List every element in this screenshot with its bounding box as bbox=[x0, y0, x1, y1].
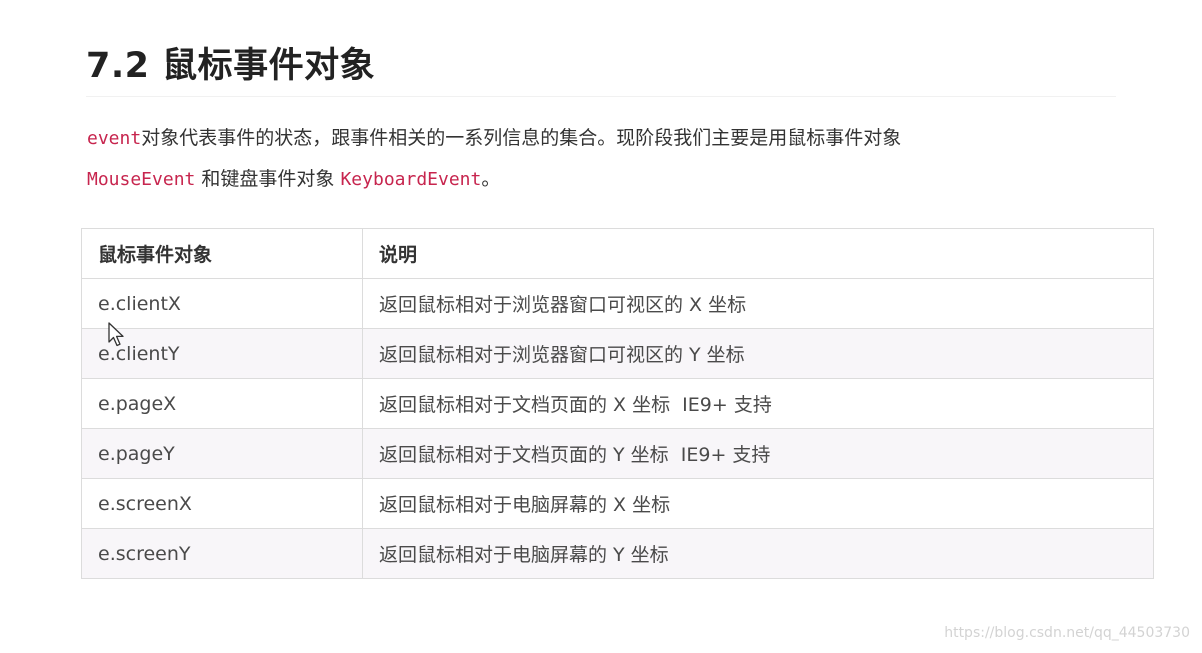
table-header-row: 鼠标事件对象 说明 bbox=[81, 228, 1154, 279]
row-property: e.pageY bbox=[81, 428, 363, 479]
mouse-event-table-container: 鼠标事件对象 说明 e.clientX 返回鼠标相对于浏览器窗口可视区的 X 坐… bbox=[81, 228, 1154, 579]
row-description: 返回鼠标相对于电脑屏幕的 Y 坐标 bbox=[362, 528, 1154, 579]
intro-paragraph: event对象代表事件的状态，跟事件相关的一系列信息的集合。现阶段我们主要是用鼠… bbox=[87, 118, 1147, 200]
row-property: e.screenY bbox=[81, 528, 363, 579]
heading-divider bbox=[86, 96, 1116, 97]
intro-line-1: event对象代表事件的状态，跟事件相关的一系列信息的集合。现阶段我们主要是用鼠… bbox=[87, 118, 1147, 159]
table-row: e.pageX 返回鼠标相对于文档页面的 X 坐标 IE9+ 支持 bbox=[81, 378, 1154, 429]
table-row: e.clientX 返回鼠标相对于浏览器窗口可视区的 X 坐标 bbox=[81, 278, 1154, 329]
mouse-pointer-icon bbox=[108, 322, 124, 347]
table-row: e.screenY 返回鼠标相对于电脑屏幕的 Y 坐标 bbox=[81, 528, 1154, 579]
table-row: e.pageY 返回鼠标相对于文档页面的 Y 坐标 IE9+ 支持 bbox=[81, 428, 1154, 479]
code-event: event bbox=[87, 128, 142, 149]
header-description: 说明 bbox=[362, 228, 1154, 279]
intro-text-1: 对象代表事件的状态，跟事件相关的一系列信息的集合。现阶段我们主要是用鼠标事件对象 bbox=[141, 127, 902, 149]
row-property: e.pageX bbox=[81, 378, 363, 429]
row-description: 返回鼠标相对于电脑屏幕的 X 坐标 bbox=[362, 478, 1154, 529]
table-row: e.clientY 返回鼠标相对于浏览器窗口可视区的 Y 坐标 bbox=[81, 328, 1154, 379]
intro-text-3: 。 bbox=[481, 168, 501, 190]
row-property: e.screenX bbox=[81, 478, 363, 529]
row-description: 返回鼠标相对于浏览器窗口可视区的 Y 坐标 bbox=[362, 328, 1154, 379]
intro-line-2: MouseEvent 和键盘事件对象 KeyboardEvent。 bbox=[87, 159, 1147, 200]
code-mouse-event: MouseEvent bbox=[87, 169, 196, 190]
intro-text-2: 和键盘事件对象 bbox=[195, 168, 341, 190]
watermark-url: https://blog.csdn.net/qq_44503730 bbox=[944, 625, 1190, 641]
code-keyboard-event: KeyboardEvent bbox=[340, 169, 482, 190]
mouse-event-table: 鼠标事件对象 说明 e.clientX 返回鼠标相对于浏览器窗口可视区的 X 坐… bbox=[81, 228, 1154, 579]
row-description: 返回鼠标相对于文档页面的 X 坐标 IE9+ 支持 bbox=[362, 378, 1154, 429]
row-property: e.clientX bbox=[81, 278, 363, 329]
section-heading: 7.2 鼠标事件对象 bbox=[86, 46, 376, 86]
row-description: 返回鼠标相对于浏览器窗口可视区的 X 坐标 bbox=[362, 278, 1154, 329]
table-row: e.screenX 返回鼠标相对于电脑屏幕的 X 坐标 bbox=[81, 478, 1154, 529]
header-property: 鼠标事件对象 bbox=[81, 228, 363, 279]
row-description: 返回鼠标相对于文档页面的 Y 坐标 IE9+ 支持 bbox=[362, 428, 1154, 479]
